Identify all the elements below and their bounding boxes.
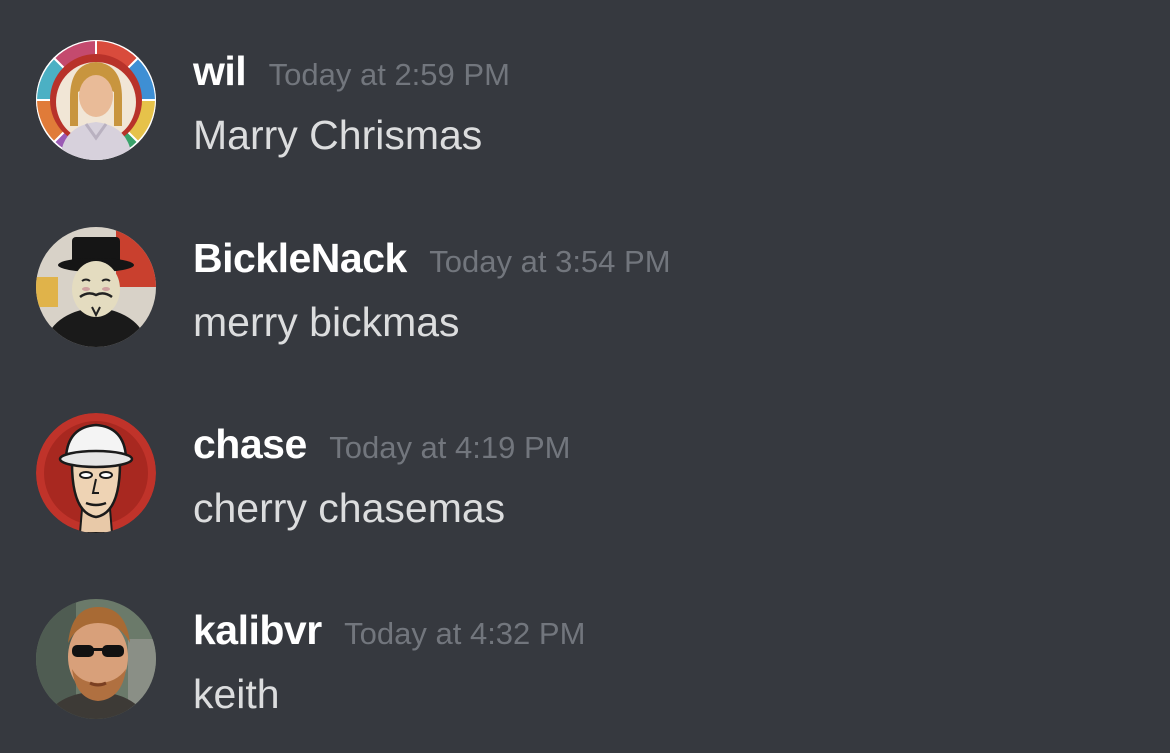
- avatar[interactable]: [36, 227, 156, 347]
- timestamp[interactable]: Today at 2:59 PM: [269, 57, 510, 92]
- message-item: kalibvr Today at 4:32 PM keith: [0, 599, 1170, 749]
- message-content: cherry chasemas: [193, 485, 506, 531]
- message-item: BickleNack Today at 3:54 PM merry bickma…: [0, 227, 1170, 377]
- sunglasses-portrait-avatar: [36, 599, 156, 719]
- message-item: chase Today at 4:19 PM cherry chasemas: [0, 413, 1170, 563]
- avatar[interactable]: [36, 413, 156, 533]
- message-content: merry bickmas: [193, 299, 460, 345]
- bucket-hat-cartoon-avatar: [36, 413, 156, 533]
- username[interactable]: chase: [193, 421, 307, 467]
- message-content: Marry Chrismas: [193, 112, 483, 158]
- message-content: keith: [193, 671, 280, 717]
- username[interactable]: kalibvr: [193, 607, 322, 653]
- username[interactable]: wil: [193, 48, 247, 94]
- timestamp[interactable]: Today at 4:19 PM: [329, 430, 570, 465]
- message-header: kalibvr Today at 4:32 PM: [193, 607, 585, 654]
- stained-glass-portrait-avatar: [36, 40, 156, 160]
- timestamp[interactable]: Today at 4:32 PM: [344, 616, 585, 651]
- avatar[interactable]: [36, 40, 156, 160]
- avatar[interactable]: [36, 599, 156, 719]
- message-item: wil Today at 2:59 PM Marry Chrismas: [0, 40, 1170, 190]
- chat-message-list: wil Today at 2:59 PM Marry Chrismas Bick…: [0, 0, 1170, 753]
- username[interactable]: BickleNack: [193, 235, 407, 281]
- message-header: wil Today at 2:59 PM: [193, 48, 510, 95]
- guy-fawkes-mask-avatar: [36, 227, 156, 347]
- timestamp[interactable]: Today at 3:54 PM: [429, 244, 670, 279]
- message-header: chase Today at 4:19 PM: [193, 421, 570, 468]
- message-header: BickleNack Today at 3:54 PM: [193, 235, 671, 282]
